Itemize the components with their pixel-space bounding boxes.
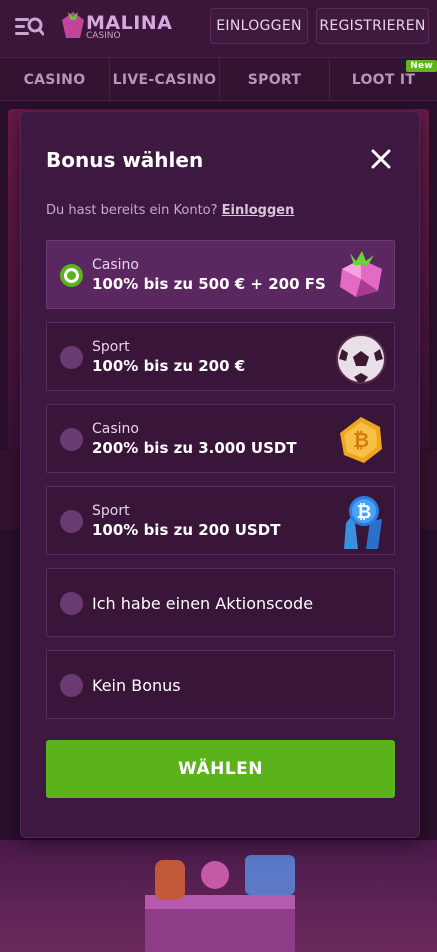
bitcoin-coin-icon: ₿	[340, 417, 382, 463]
option-title: 100% bis zu 500 € + 200 FS	[92, 275, 326, 293]
option-category: Casino	[92, 421, 139, 437]
choose-bonus-button[interactable]: WÄHLEN	[46, 740, 395, 798]
register-button[interactable]: REGISTRIEREN	[316, 8, 429, 44]
modal-title: Bonus wählen	[46, 148, 204, 172]
radio-selected[interactable]	[60, 264, 83, 287]
login-button[interactable]: EINLOGGEN	[210, 8, 308, 44]
option-category: Sport	[92, 503, 130, 519]
raspberry-logo-icon	[62, 12, 84, 38]
radio-unselected[interactable]	[60, 592, 83, 615]
option-title: 100% bis zu 200 USDT	[92, 521, 281, 539]
login-link[interactable]: Einloggen	[222, 203, 295, 218]
logo-subtext: CASINO	[86, 31, 121, 41]
tab-casino[interactable]: CASINO	[0, 58, 110, 102]
tab-loot-it[interactable]: LOOT IT New	[330, 58, 437, 102]
bonus-option-casino-500[interactable]: Casino 100% bis zu 500 € + 200 FS	[46, 240, 395, 309]
bonus-option-sport-200-usdt[interactable]: Sport 100% bis zu 200 USDT ₿	[46, 486, 395, 555]
bonus-option-promo-code[interactable]: Ich habe einen Aktionscode	[46, 568, 395, 637]
option-category: Sport	[92, 339, 130, 355]
account-prompt: Du hast bereits ein Konto? Einloggen	[46, 203, 294, 218]
option-label: Ich habe einen Aktionscode	[92, 594, 314, 613]
pink-gem-icon	[340, 251, 382, 297]
gift-box-illustration	[145, 855, 295, 952]
bonus-option-sport-200-eur[interactable]: Sport 100% bis zu 200 €	[46, 322, 395, 391]
top-header: MALINA CASINO EINLOGGEN REGISTRIEREN	[0, 0, 437, 57]
option-title: 100% bis zu 200 €	[92, 357, 246, 375]
soccer-ball-icon	[336, 334, 386, 384]
menu-search-icon[interactable]	[14, 14, 44, 40]
radio-unselected[interactable]	[60, 428, 83, 451]
radio-unselected[interactable]	[60, 346, 83, 369]
tab-loot-it-label: LOOT IT	[351, 72, 416, 88]
svg-text:₿: ₿	[357, 502, 372, 523]
radio-unselected[interactable]	[60, 674, 83, 697]
bonus-option-no-bonus[interactable]: Kein Bonus	[46, 650, 395, 719]
tab-live-casino[interactable]: LIVE-CASINO	[110, 58, 220, 102]
bonus-selection-modal: Bonus wählen Du hast bereits ein Konto? …	[20, 111, 420, 838]
account-prompt-text: Du hast bereits ein Konto?	[46, 203, 218, 218]
new-badge: New	[406, 60, 437, 72]
tab-sport[interactable]: SPORT	[220, 58, 330, 102]
option-category: Casino	[92, 257, 139, 273]
radio-unselected[interactable]	[60, 510, 83, 533]
option-title: 200% bis zu 3.000 USDT	[92, 439, 297, 457]
bonus-option-casino-3000-usdt[interactable]: Casino 200% bis zu 3.000 USDT ₿	[46, 404, 395, 473]
close-icon[interactable]	[370, 148, 392, 170]
bitcoin-crystal-icon: ₿	[344, 496, 382, 549]
option-label: Kein Bonus	[92, 676, 181, 695]
main-nav: CASINO LIVE-CASINO SPORT LOOT IT New	[0, 57, 437, 102]
malina-logo[interactable]: MALINA CASINO	[58, 8, 172, 44]
svg-text:₿: ₿	[353, 428, 369, 452]
